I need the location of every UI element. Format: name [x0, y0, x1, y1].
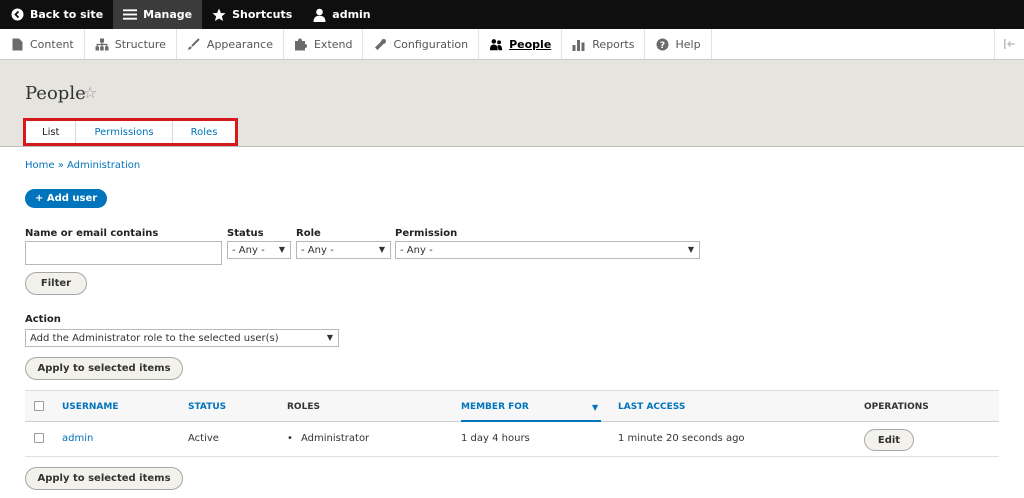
hamburger-menu-icon — [123, 8, 138, 22]
primary-tabs: List Permissions Roles — [23, 118, 239, 146]
name-filter-input[interactable] — [25, 241, 222, 265]
collapse-tray-icon[interactable] — [994, 29, 1024, 59]
page-title: People — [25, 83, 86, 104]
action-select[interactable]: Add the Administrator role to the select… — [25, 329, 339, 347]
tray-item-label: Content — [30, 37, 74, 51]
status-filter-value: - Any - — [232, 244, 265, 256]
roles-column-header: ROLES — [287, 402, 320, 412]
roles-value: Administrator — [301, 433, 370, 444]
sitemap-icon — [95, 37, 109, 51]
role-filter-label: Role — [296, 228, 321, 239]
tab-permissions[interactable]: Permissions — [76, 121, 173, 143]
tray-item-content[interactable]: Content — [0, 29, 85, 59]
name-filter-label: Name or email contains — [25, 228, 159, 239]
tray-item-label: People — [509, 37, 552, 51]
tray-item-structure[interactable]: Structure — [85, 29, 177, 59]
tray-item-help[interactable]: ? Help — [645, 29, 712, 59]
last-access-value: 1 minute 20 seconds ago — [618, 433, 745, 444]
dropdown-arrow-icon: ▼ — [326, 333, 333, 342]
tray-item-label: Configuration — [393, 37, 469, 51]
username-link[interactable]: admin — [62, 433, 93, 444]
status-filter-label: Status — [227, 228, 264, 239]
dropdown-arrow-icon: ▼ — [278, 245, 285, 254]
document-icon — [10, 37, 24, 51]
arrow-left-circle-icon — [10, 8, 24, 22]
permission-filter-label: Permission — [395, 228, 458, 239]
breadcrumb[interactable]: Home » Administration — [25, 160, 140, 171]
role-filter-select[interactable]: - Any - ▼ — [296, 241, 391, 259]
tray-item-label: Appearance — [206, 37, 273, 51]
question-circle-icon: ? — [655, 37, 669, 51]
edit-button[interactable]: Edit — [864, 429, 914, 451]
star-icon — [212, 8, 226, 22]
shortcuts-tab[interactable]: Shortcuts — [202, 0, 302, 29]
tray-item-configuration[interactable]: Configuration — [363, 29, 480, 59]
shortcuts-label: Shortcuts — [232, 8, 293, 21]
dropdown-arrow-icon: ▼ — [378, 245, 385, 254]
user-tab[interactable]: admin — [302, 0, 380, 29]
action-value: Add the Administrator role to the select… — [30, 332, 279, 344]
table-row: admin Active • Administrator 1 day 4 hou… — [25, 422, 999, 457]
manage-label: Manage — [143, 8, 193, 21]
tray-item-appearance[interactable]: Appearance — [177, 29, 284, 59]
last-access-column-header[interactable]: LAST ACCESS — [618, 402, 685, 412]
admin-toolbar: Back to site Manage Shortcuts admin — [0, 0, 1024, 29]
admin-tray: Content Structure Appearance Extend Conf… — [0, 29, 1024, 60]
apply-selected-button[interactable]: Apply to selected items — [25, 357, 183, 380]
member-for-column-header[interactable]: MEMBER FOR — [461, 402, 529, 412]
svg-text:?: ? — [660, 41, 665, 51]
username-column-header[interactable]: USERNAME — [62, 402, 118, 412]
tab-roles[interactable]: Roles — [173, 121, 236, 143]
roles-bullet: • — [287, 433, 293, 444]
action-label: Action — [25, 314, 61, 325]
tray-item-label: Help — [675, 37, 701, 51]
user-label: admin — [332, 8, 371, 21]
back-to-site-link[interactable]: Back to site — [0, 0, 113, 29]
tray-item-label: Reports — [592, 37, 635, 51]
paint-brush-icon — [187, 37, 201, 51]
tray-item-label: Structure — [114, 37, 166, 51]
puzzle-icon — [294, 37, 308, 51]
tab-list[interactable]: List — [26, 121, 77, 143]
back-to-site-label: Back to site — [30, 8, 104, 21]
manage-tab[interactable]: Manage — [113, 0, 203, 29]
status-column-header[interactable]: STATUS — [188, 402, 226, 412]
member-for-value: 1 day 4 hours — [461, 433, 530, 444]
tray-item-extend[interactable]: Extend — [284, 29, 364, 59]
select-all-checkbox[interactable] — [34, 401, 44, 411]
shortcut-star-icon[interactable]: ☆ — [83, 83, 97, 102]
dropdown-arrow-icon: ▼ — [687, 245, 694, 254]
role-filter-value: - Any - — [301, 244, 334, 256]
apply-selected-button-bottom[interactable]: Apply to selected items — [25, 467, 183, 490]
bar-chart-icon — [572, 37, 586, 51]
row-checkbox[interactable] — [34, 433, 44, 443]
wrench-icon — [373, 37, 387, 51]
tray-item-label: Extend — [313, 37, 353, 51]
status-value: Active — [188, 433, 219, 444]
users-table-header: USERNAME STATUS ROLES MEMBER FOR ▼ LAST … — [25, 390, 999, 422]
add-user-button[interactable]: + Add user — [25, 189, 108, 208]
permission-filter-value: - Any - — [400, 244, 433, 256]
status-filter-select[interactable]: - Any - ▼ — [227, 241, 291, 259]
operations-column-header: OPERATIONS — [864, 402, 929, 412]
tray-item-reports[interactable]: Reports — [562, 29, 646, 59]
permission-filter-select[interactable]: - Any - ▼ — [395, 241, 700, 259]
user-icon — [312, 8, 326, 22]
sort-descending-icon[interactable]: ▼ — [592, 403, 598, 412]
tray-item-people[interactable]: People — [479, 29, 563, 59]
people-icon — [489, 37, 503, 51]
filter-button[interactable]: Filter — [25, 272, 87, 295]
